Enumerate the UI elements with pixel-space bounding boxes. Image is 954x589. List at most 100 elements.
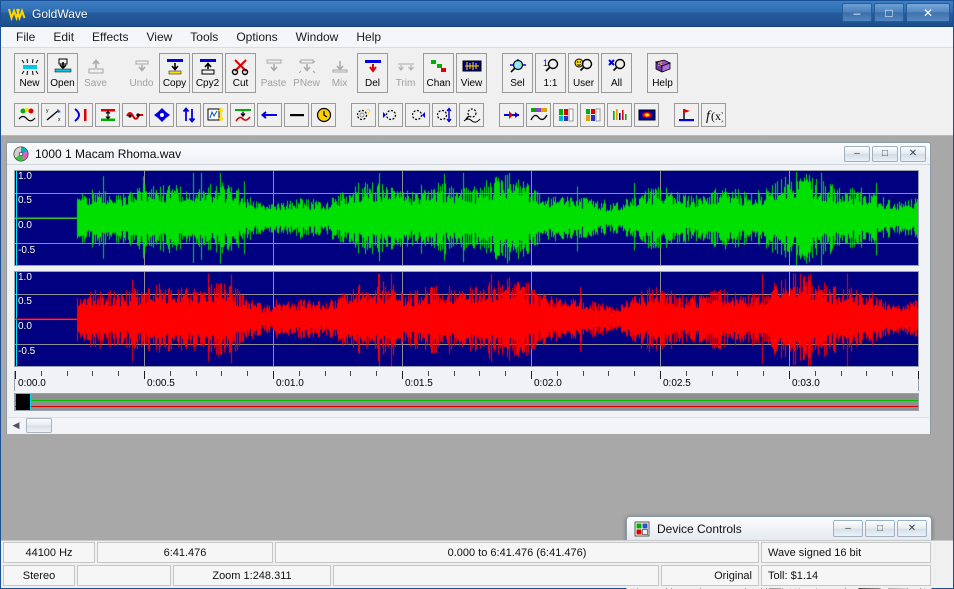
menu-help[interactable]: Help: [347, 28, 390, 46]
effects-button-volume-shape[interactable]: [499, 103, 524, 127]
effects-button-zoom-vertical[interactable]: [432, 103, 457, 127]
effects-button-expression[interactable]: y x: [41, 103, 66, 127]
toolbar-button-mix[interactable]: Mix: [324, 53, 355, 93]
goldwave-application-window: GoldWave – □ ✕ File Edit Effects View To…: [0, 0, 954, 589]
toolbar-button-copy[interactable]: Copy: [159, 53, 190, 93]
toolbar-button-channel[interactable]: Chan: [423, 53, 454, 93]
toolbar-button-save[interactable]: Save: [80, 53, 111, 93]
effects-button-filter[interactable]: [149, 103, 174, 127]
effects-button-flanger[interactable]: [68, 103, 93, 127]
effects-button-marker[interactable]: [674, 103, 699, 127]
toolbar-label-paste: Paste: [260, 78, 287, 89]
left-y-label-2: 0.5: [18, 195, 32, 206]
toolbar-button-zoom-user[interactable]: User: [568, 53, 599, 93]
scroll-left-arrow-icon[interactable]: ◀: [8, 418, 24, 433]
maximize-button[interactable]: □: [874, 3, 904, 22]
toolbar-label-1to1: 1:1: [543, 78, 558, 89]
ruler-tick: [273, 371, 274, 379]
effects-button-silence[interactable]: [284, 103, 309, 127]
time-ruler[interactable]: 0:00.0 0:00.5 0:01.0 0:01.5 0:02.0 0:02.…: [14, 371, 919, 391]
toolbar-button-zoom-all[interactable]: All: [601, 53, 632, 93]
ruler-tick: [221, 371, 223, 376]
menu-options[interactable]: Options: [227, 28, 286, 46]
ruler-tick: [608, 371, 610, 376]
ruler-label-4: 0:02.0: [534, 378, 562, 389]
ruler-tick: [814, 371, 816, 376]
effects-button-bar-graph[interactable]: [553, 103, 578, 127]
effects-button-invert[interactable]: [176, 103, 201, 127]
toolbar-button-delete[interactable]: Del: [357, 53, 388, 93]
document-maximize-button[interactable]: □: [872, 146, 898, 162]
effects-group-visual: [498, 103, 660, 127]
effects-button-dynamics[interactable]: [95, 103, 120, 127]
app-title: GoldWave: [32, 6, 88, 21]
overview-position-marker[interactable]: [16, 394, 30, 410]
effects-group-marker: f (x): [673, 103, 727, 127]
horizontal-scrollbar[interactable]: ◀: [8, 417, 929, 433]
menu-effects[interactable]: Effects: [83, 28, 137, 46]
menu-file[interactable]: File: [7, 28, 44, 46]
device-controls-icon: [634, 521, 650, 537]
effects-button-bar-graph-2[interactable]: [580, 103, 605, 127]
toolbar-label-pnew: PNew: [293, 78, 320, 89]
toolbar-button-open[interactable]: Open: [47, 53, 78, 93]
effects-button-zoom-previous[interactable]: [378, 103, 403, 127]
effects-button-doppler[interactable]: [14, 103, 39, 127]
effects-button-zoom-question[interactable]: ?: [351, 103, 376, 127]
effects-button-reverse[interactable]: [257, 103, 282, 127]
echo-icon: [125, 107, 144, 123]
effects-button-volume-envelope[interactable]: [526, 103, 551, 127]
toolbar-button-trim[interactable]: Trim: [390, 53, 421, 93]
right-y-label-4: -0.5: [18, 346, 36, 357]
effects-button-function[interactable]: f (x): [701, 103, 726, 127]
scrollbar-thumb[interactable]: [26, 418, 52, 433]
effects-toolbar: y x ? f (x: [13, 98, 727, 132]
toolbar-label-copy2: Cpy2: [195, 78, 220, 89]
ruler-tick: [789, 371, 790, 379]
close-button[interactable]: ✕: [906, 3, 950, 22]
ruler-tick: [582, 371, 584, 376]
effects-button-echo[interactable]: [122, 103, 147, 127]
effects-button-time-warp[interactable]: [311, 103, 336, 127]
device-controls-title-bar: Device Controls – □ ✕: [627, 517, 931, 541]
menu-edit[interactable]: Edit: [44, 28, 83, 46]
menu-window[interactable]: Window: [287, 28, 348, 46]
document-minimize-button[interactable]: –: [844, 146, 870, 162]
toolbar-button-paste[interactable]: Paste: [258, 53, 289, 93]
effects-button-spectrum-bars[interactable]: [607, 103, 632, 127]
device-maximize-button[interactable]: □: [865, 520, 895, 537]
left-channel-waveform: [15, 171, 918, 265]
toolbar-button-paste-new[interactable]: PNew: [291, 53, 322, 93]
toolbar-button-cut[interactable]: Cut: [225, 53, 256, 93]
effects-button-offset[interactable]: [203, 103, 228, 127]
marker-flag-icon: [678, 107, 696, 123]
toolbar-button-zoom-1to1[interactable]: 1 1:1: [535, 53, 566, 93]
effects-button-spectrogram[interactable]: [634, 103, 659, 127]
menu-tools[interactable]: Tools: [181, 28, 227, 46]
ruler-tick: [453, 371, 455, 376]
effects-button-pitch[interactable]: [230, 103, 255, 127]
toolbar-button-view[interactable]: View: [456, 53, 487, 93]
menu-view[interactable]: View: [138, 28, 182, 46]
overview-strip[interactable]: [14, 393, 919, 411]
effects-button-zoom-next[interactable]: [405, 103, 430, 127]
ruler-tick: [918, 371, 919, 379]
invert-icon: [180, 107, 198, 123]
effects-button-zoom-wave[interactable]: [459, 103, 484, 127]
minimize-button[interactable]: –: [842, 3, 872, 22]
toolbar-button-new[interactable]: New: [14, 53, 45, 93]
toolbar-button-copy-to-new[interactable]: Cpy2: [192, 53, 223, 93]
svg-text:?: ?: [366, 108, 371, 117]
copy-icon: [164, 57, 186, 77]
document-title-bar: 1000 1 Macam Rhoma.wav – □ ✕: [7, 143, 930, 165]
toolbar-button-zoom-selection[interactable]: Sel: [502, 53, 533, 93]
ruler-tick: [763, 371, 765, 376]
ruler-tick: [892, 371, 894, 376]
document-close-button[interactable]: ✕: [900, 146, 926, 162]
left-channel-pane[interactable]: 1.0 0.5 0.0 -0.5: [14, 170, 919, 266]
device-close-button[interactable]: ✕: [897, 520, 927, 537]
device-minimize-button[interactable]: –: [833, 520, 863, 537]
toolbar-button-undo[interactable]: Undo: [126, 53, 157, 93]
toolbar-button-help[interactable]: Help: [647, 53, 678, 93]
right-channel-pane[interactable]: 1.0 0.5 0.0 -0.5: [14, 271, 919, 367]
